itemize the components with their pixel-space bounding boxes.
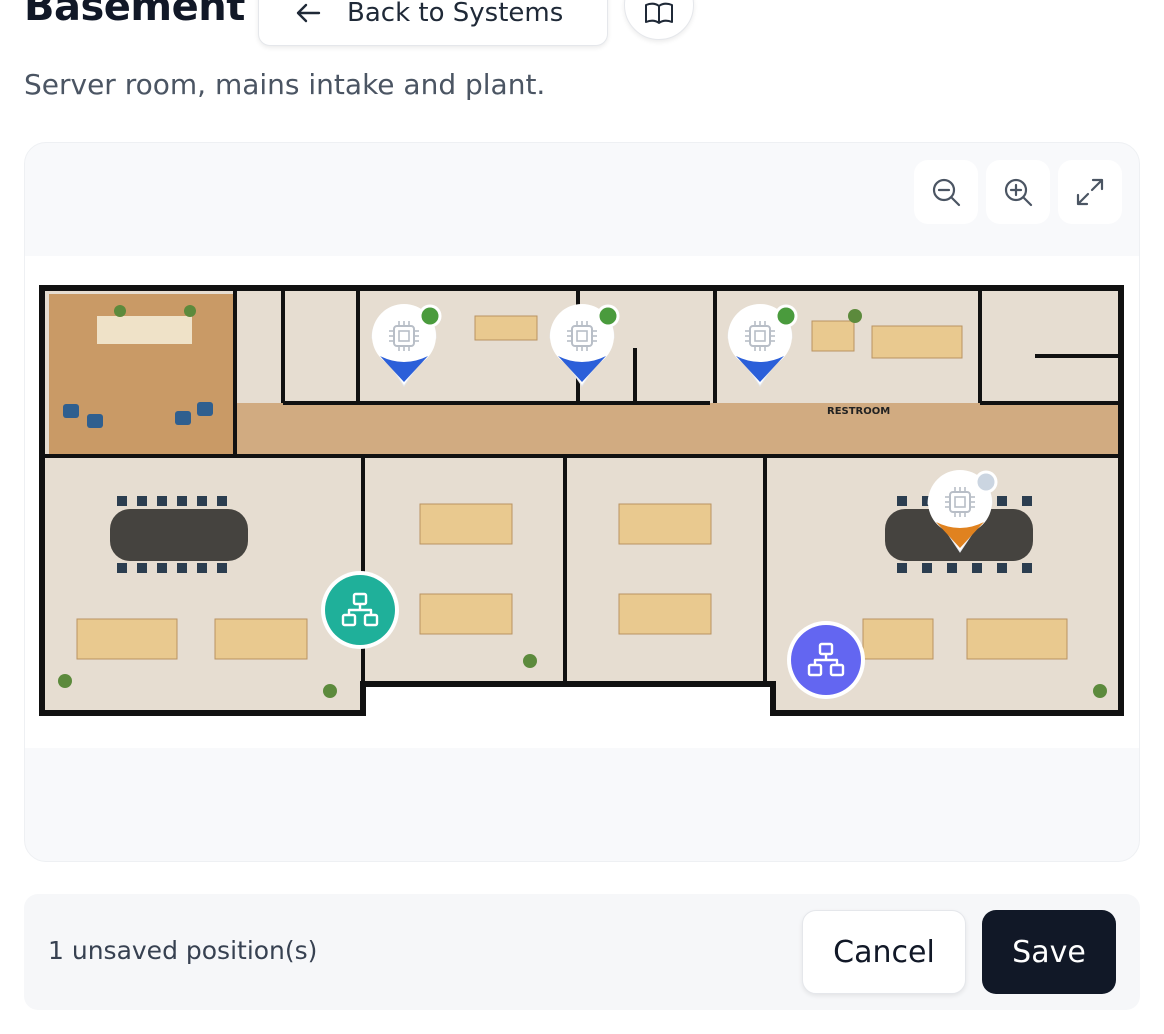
zoom-in-icon [1004, 178, 1033, 207]
status-dot [974, 470, 998, 494]
book-icon [645, 2, 673, 24]
page-subtitle: Server room, mains intake and plant. [24, 68, 546, 101]
page-title: Basement [24, 0, 245, 30]
arrow-left-icon [296, 3, 321, 23]
expand-icon [1076, 178, 1104, 206]
status-dot [418, 304, 442, 328]
network-marker[interactable] [787, 621, 865, 699]
back-to-systems-button[interactable]: Back to Systems [258, 0, 608, 46]
zoom-out-button[interactable] [914, 160, 978, 224]
cancel-button[interactable]: Cancel [802, 910, 966, 994]
status-dot [596, 304, 620, 328]
save-button[interactable]: Save [982, 910, 1116, 994]
unsaved-positions-text: 1 unsaved position(s) [48, 936, 318, 965]
status-dot [774, 304, 798, 328]
fullscreen-button[interactable] [1058, 160, 1122, 224]
zoom-in-button[interactable] [986, 160, 1050, 224]
network-marker[interactable] [321, 571, 399, 649]
docs-button[interactable] [624, 0, 694, 40]
back-button-label: Back to Systems [347, 0, 564, 28]
zoom-out-icon [932, 178, 961, 207]
room-label-restroom: RESTROOM [827, 406, 890, 417]
